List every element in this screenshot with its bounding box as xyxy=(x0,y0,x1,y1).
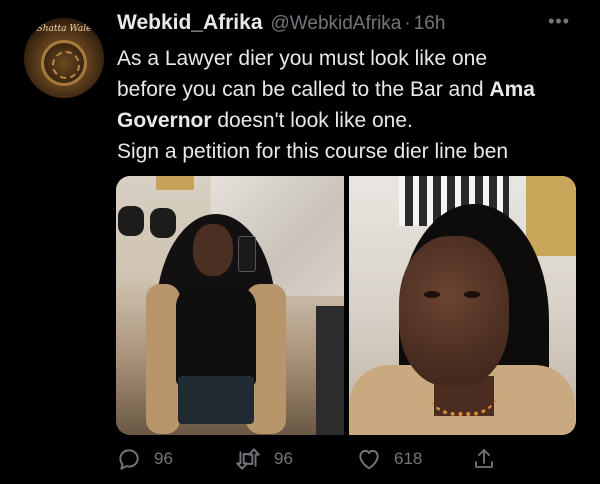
tweet-bold-ama: Ama xyxy=(489,78,535,101)
user-handle[interactable]: @WebkidAfrika xyxy=(271,13,402,35)
like-count: 618 xyxy=(394,449,423,468)
reply-count: 96 xyxy=(154,449,173,468)
tweet-text: As a Lawyer dier you must look like one … xyxy=(117,43,587,167)
tweet-line-2: before you can be called to the Bar and … xyxy=(117,74,587,105)
avatar-seal-graphic xyxy=(41,40,87,86)
tweet-line-2-text: before you can be called to the Bar and xyxy=(117,78,490,101)
tweet-line-1: As a Lawyer dier you must look like one xyxy=(117,47,488,70)
tweet-line-3: Governor doesn't look like one. xyxy=(117,105,587,136)
tweet-actions: 96 96 618 xyxy=(116,446,516,476)
tweet-timestamp[interactable]: 16h xyxy=(414,13,446,35)
retweet-button[interactable]: 96 xyxy=(234,446,293,472)
photo-closeup-portrait[interactable] xyxy=(348,176,576,435)
tweet-card[interactable]: Shatta Wale Webkid_Afrika @WebkidAfrika … xyxy=(0,0,600,484)
share-button[interactable] xyxy=(472,446,496,472)
retweet-icon xyxy=(236,448,260,470)
heart-icon xyxy=(359,449,379,470)
avatar[interactable]: Shatta Wale xyxy=(24,18,104,98)
tweet-bold-governor: Governor xyxy=(117,109,212,132)
like-button[interactable]: 618 xyxy=(356,446,422,472)
retweet-count: 96 xyxy=(274,449,293,468)
display-name[interactable]: Webkid_Afrika xyxy=(117,11,263,35)
more-icon[interactable]: ••• xyxy=(548,11,570,32)
photo-salon-selfie[interactable] xyxy=(116,176,344,435)
tweet-line-4: Sign a petition for this course dier lin… xyxy=(117,140,509,163)
reply-icon xyxy=(119,449,139,470)
tweet-line-3-text: doesn't look like one. xyxy=(211,109,413,132)
avatar-logo-text: Shatta Wale xyxy=(36,24,92,34)
media-gallery xyxy=(116,176,576,435)
reply-button[interactable]: 96 xyxy=(116,446,173,472)
separator-dot: · xyxy=(404,13,411,34)
share-icon xyxy=(475,449,493,468)
tweet-header: Webkid_Afrika @WebkidAfrika · 16h ••• xyxy=(117,11,580,39)
